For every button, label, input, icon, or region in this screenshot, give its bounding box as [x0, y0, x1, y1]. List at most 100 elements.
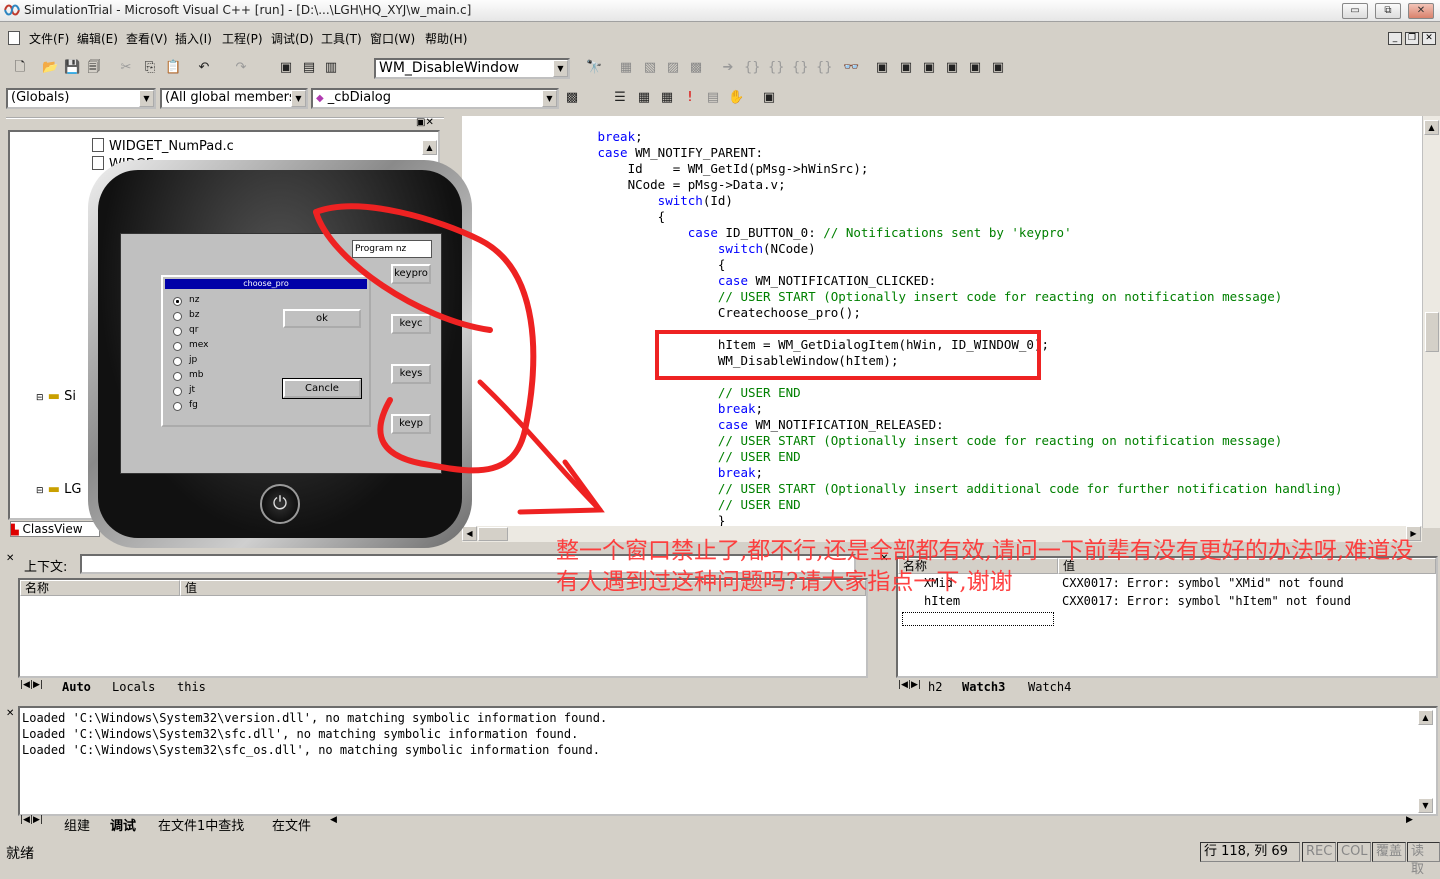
menu-debug[interactable]: 调试(D) [271, 30, 314, 47]
tab-build[interactable]: 组建 [64, 815, 90, 834]
execute-icon[interactable]: ▩ [688, 60, 704, 76]
tab-scroll-icon[interactable]: |◀|▶| [20, 815, 43, 825]
collapse-icon[interactable]: ⊟ [36, 393, 44, 403]
tab-find2[interactable]: 在文件 [272, 815, 311, 834]
code-line[interactable]: break; [462, 129, 642, 144]
registers-window-icon[interactable]: ▣ [921, 60, 937, 76]
menu-help[interactable]: 帮助(H) [425, 30, 467, 47]
disassembly-icon[interactable]: ▣ [990, 60, 1006, 76]
tab-locals[interactable]: Locals [112, 680, 155, 694]
step-out-icon[interactable]: {} [792, 60, 809, 76]
code-line[interactable]: Id = WM_GetId(pMsg->hWinSrc); [462, 161, 869, 176]
menu-file[interactable]: 文件(F) [29, 30, 69, 47]
mdi-close-icon[interactable]: ✕ [1422, 32, 1436, 45]
build-icon[interactable]: ▧ [642, 60, 658, 76]
hand-icon[interactable]: ✋ [728, 90, 744, 106]
save-icon[interactable]: 💾 [64, 60, 80, 76]
run-to-cursor-icon[interactable]: {} [816, 60, 833, 76]
new-file-icon[interactable]: 🗋 [12, 60, 28, 76]
redo-icon[interactable]: ↷ [233, 60, 249, 76]
tab-scroll-icon[interactable]: |◀|▶| [898, 680, 921, 690]
step-into-icon[interactable]: {} [744, 60, 761, 76]
scroll-left-icon[interactable]: ◀ [462, 526, 477, 541]
tab-scroll-icon[interactable]: |◀|▶| [20, 680, 43, 690]
menu-edit[interactable]: 编辑(E) [77, 30, 118, 47]
output-window-icon[interactable]: ▤ [301, 60, 317, 76]
menu-window[interactable]: 窗口(W) [370, 30, 415, 47]
code-line[interactable]: NCode = pMsg->Data.v; [462, 177, 786, 192]
radio-bz[interactable] [173, 312, 182, 321]
members-combo[interactable]: (All global members ▼ [160, 88, 308, 109]
chevron-down-icon[interactable]: ▼ [139, 90, 154, 107]
tree-folder[interactable]: ⊟ ▬ LG [36, 482, 81, 497]
call-stack-icon[interactable]: ▣ [967, 60, 983, 76]
output-close-icon[interactable]: ✕ [6, 708, 14, 719]
radio-fg[interactable] [173, 402, 182, 411]
radio-jp[interactable] [173, 357, 182, 366]
tab-watch4[interactable]: Watch4 [1028, 680, 1071, 694]
cut-icon[interactable]: ✂ [118, 60, 134, 76]
watch-window-icon[interactable]: ▣ [874, 60, 890, 76]
close-button[interactable]: ✕ [1408, 3, 1434, 19]
function-combo[interactable]: ◆ _cbDialog ▼ [311, 88, 559, 109]
find-in-files-icon[interactable]: 🔭 [586, 60, 602, 76]
variables-close-icon[interactable]: ✕ [6, 553, 14, 564]
collapse-icon[interactable]: ⊟ [36, 486, 44, 496]
grid-icon[interactable]: ▦ [636, 90, 652, 106]
menu-view[interactable]: 查看(V) [126, 30, 168, 47]
minimize-button[interactable]: ▭ [1342, 3, 1368, 19]
scroll-up-icon[interactable]: ▲ [1418, 710, 1433, 725]
radio-nz[interactable] [173, 297, 182, 306]
quickwatch-icon[interactable]: 👓 [843, 60, 859, 76]
find-combo[interactable]: WM_DisableWindow ▼ [374, 58, 570, 79]
stack-icon[interactable]: ☰ [612, 90, 628, 106]
undo-icon[interactable]: ↶ [196, 60, 212, 76]
go-icon[interactable]: ➔ [720, 60, 736, 76]
workspace-icon[interactable]: ▣ [278, 60, 294, 76]
chevron-down-icon[interactable]: ▼ [291, 90, 306, 107]
power-icon[interactable]: ⏻ [260, 484, 300, 524]
tab-this[interactable]: this [177, 680, 206, 694]
mdi-restore-icon[interactable]: ❐ [1405, 32, 1419, 45]
tab-auto[interactable]: Auto [62, 680, 91, 694]
scroll-up-icon[interactable]: ▲ [422, 140, 437, 155]
chevron-down-icon[interactable]: ▼ [553, 60, 568, 77]
open-icon[interactable]: 📂 [42, 60, 58, 76]
scroll-up-icon[interactable]: ▲ [1424, 120, 1439, 135]
workspace-close-icon[interactable]: ▣✕ [416, 117, 434, 128]
compile-icon[interactable]: ▦ [618, 60, 634, 76]
code-line[interactable]: case WM_NOTIFY_PARENT: [462, 145, 763, 160]
scroll-down-icon[interactable]: ▼ [1418, 798, 1433, 813]
mdi-minimize-icon[interactable]: _ [1388, 32, 1402, 45]
chevron-down-icon[interactable]: ▼ [542, 90, 557, 107]
tab-watch2[interactable]: h2 [928, 680, 942, 694]
exclamation-icon[interactable]: ! [682, 90, 698, 106]
tree-item[interactable]: WIDGET_NumPad.c [92, 138, 234, 154]
tab-classview[interactable]: ▙ ClassView [10, 521, 100, 537]
radio-mex[interactable] [173, 342, 182, 351]
column-header-name[interactable]: 名称 [20, 580, 180, 596]
paste-icon[interactable]: 📋 [165, 60, 181, 76]
restore-button[interactable]: ⧉ [1375, 3, 1401, 19]
tree-folder[interactable]: ⊟ ▬ Si [36, 389, 76, 404]
scroll-thumb[interactable] [1425, 312, 1439, 352]
radio-qr[interactable] [173, 327, 182, 336]
resource-icon[interactable]: ▣ [761, 90, 777, 106]
menu-insert[interactable]: 插入(I) [175, 30, 212, 47]
radio-jt[interactable] [173, 387, 182, 396]
save-all-icon[interactable]: 🗐 [86, 60, 102, 76]
variables-window-icon[interactable]: ▣ [898, 60, 914, 76]
editor-vscroll[interactable]: ▲ [1422, 116, 1440, 528]
hscroll-thumb[interactable] [478, 527, 508, 541]
list-icon[interactable]: ▤ [705, 90, 721, 106]
wizard-actions-icon[interactable]: ▩ [564, 90, 580, 106]
tab-watch3[interactable]: Watch3 [962, 680, 1005, 694]
step-over-icon[interactable]: {} [768, 60, 785, 76]
menu-project[interactable]: 工程(P) [222, 30, 263, 47]
stop-build-icon[interactable]: ▨ [665, 60, 681, 76]
output-window[interactable]: Loaded 'C:\Windows\System32\version.dll'… [18, 706, 1438, 816]
watch-new-entry[interactable] [902, 612, 1054, 626]
copy-icon[interactable]: ⎘ [142, 60, 158, 76]
menu-tools[interactable]: 工具(T) [321, 30, 362, 47]
scroll-left-icon[interactable]: ◀ [330, 815, 337, 825]
